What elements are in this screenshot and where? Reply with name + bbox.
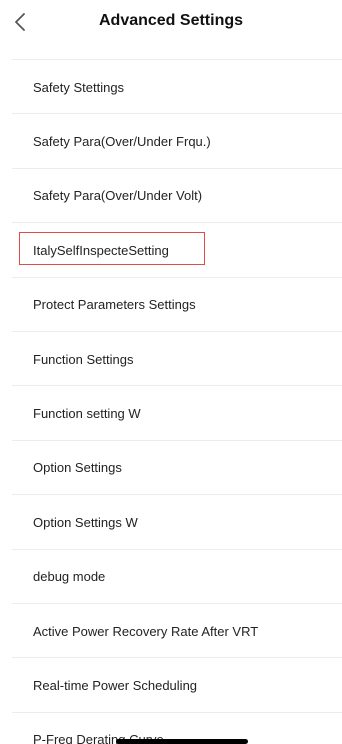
menu-item-option-settings-w[interactable]: Option Settings W <box>0 495 342 550</box>
settings-list: Safety Stettings Safety Para(Over/Under … <box>0 59 342 744</box>
menu-item-label: Safety Stettings <box>33 79 125 95</box>
menu-item-option-settings[interactable]: Option Settings <box>0 441 342 496</box>
menu-item-label: Protect Parameters Settings <box>33 297 196 313</box>
menu-item-label: Function setting W <box>33 406 141 422</box>
menu-item-label: Safety Para(Over/Under Frqu.) <box>33 134 211 150</box>
advanced-settings-screen: Advanced Settings Safety Stettings Safet… <box>0 0 342 744</box>
menu-item-label: ItalySelfInspecteSetting <box>33 242 169 258</box>
menu-item-label: Option Settings <box>33 460 122 476</box>
menu-item-safety-para-voltage[interactable]: Safety Para(Over/Under Volt) <box>0 169 342 224</box>
menu-item-function-settings[interactable]: Function Settings <box>0 332 342 387</box>
menu-item-label: debug mode <box>33 569 106 585</box>
menu-item-label: Real-time Power Scheduling <box>33 677 198 693</box>
home-indicator[interactable] <box>116 739 248 744</box>
menu-item-debug-mode[interactable]: debug mode <box>0 550 342 605</box>
menu-item-function-setting-w[interactable]: Function setting W <box>0 386 342 442</box>
menu-item-safety-settings[interactable]: Safety Stettings <box>0 60 342 115</box>
menu-item-active-power-recovery[interactable]: Active Power Recovery Rate After VRT <box>0 604 342 659</box>
menu-item-safety-para-frequency[interactable]: Safety Para(Over/Under Frqu.) <box>0 114 342 170</box>
menu-item-label: Active Power Recovery Rate After VRT <box>33 623 259 639</box>
page-title: Advanced Settings <box>98 12 244 29</box>
menu-item-realtime-power-scheduling[interactable]: Real-time Power Scheduling <box>0 658 342 714</box>
menu-item-label: Function Settings <box>33 351 134 367</box>
menu-item-italy-self-inspect[interactable]: ItalySelfInspecteSetting <box>0 223 342 278</box>
menu-item-label: Option Settings W <box>33 514 138 530</box>
menu-item-protect-parameters[interactable]: Protect Parameters Settings <box>0 278 342 333</box>
menu-item-label: Safety Para(Over/Under Volt) <box>33 188 203 204</box>
nav-header: Advanced Settings <box>0 0 342 44</box>
